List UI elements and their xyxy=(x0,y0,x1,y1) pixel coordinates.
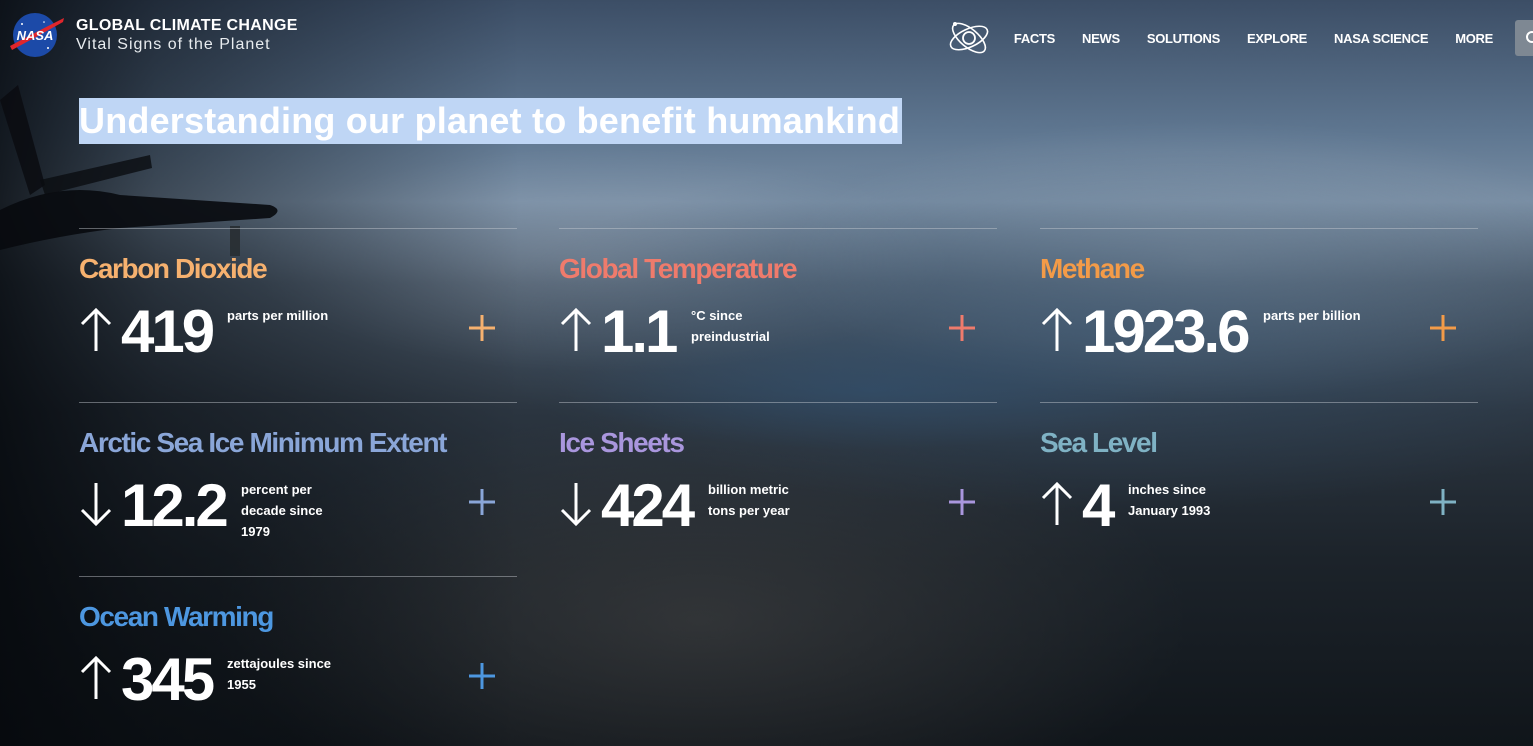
indicator-card-ice-sheets[interactable]: Ice Sheets 424 billion metric tons per y… xyxy=(559,402,997,577)
arrow-up-icon xyxy=(560,307,592,351)
indicator-value: 345 xyxy=(121,646,215,713)
indicator-value: 419 xyxy=(121,298,215,365)
indicator-card-global-temperature[interactable]: Global Temperature 1.1 °C since preindus… xyxy=(559,228,997,403)
page-headline: Understanding our planet to benefit huma… xyxy=(79,98,903,144)
brand-subtitle: Vital Signs of the Planet xyxy=(76,35,271,53)
site-brand[interactable]: NASA GLOBAL CLIMATE CHANGE Vital Signs o… xyxy=(8,10,298,60)
brand-title: GLOBAL CLIMATE CHANGE xyxy=(76,16,298,34)
search-button[interactable] xyxy=(1515,20,1533,56)
nav-news[interactable]: NEWS xyxy=(1082,31,1120,46)
indicator-title: Global Temperature xyxy=(559,253,798,284)
plus-icon[interactable] xyxy=(947,313,977,343)
indicator-value: 4 xyxy=(1082,472,1115,539)
arrow-down-icon xyxy=(80,483,112,527)
indicator-title: Ocean Warming xyxy=(79,601,274,632)
atom-icon[interactable] xyxy=(946,16,992,60)
nav-explore[interactable]: EXPLORE xyxy=(1247,31,1307,46)
nav-more[interactable]: MORE xyxy=(1455,31,1493,46)
indicator-title: Carbon Dioxide xyxy=(79,253,268,284)
indicator-value: 424 xyxy=(601,472,695,539)
indicator-title: Arctic Sea Ice Minimum Extent xyxy=(79,427,447,458)
indicator-unit: parts per billion xyxy=(1263,308,1361,323)
indicator-card-carbon-dioxide[interactable]: Carbon Dioxide 419 parts per million xyxy=(79,228,517,403)
indicator-title: Sea Level xyxy=(1040,427,1158,458)
indicator-card-arctic-sea-ice[interactable]: Arctic Sea Ice Minimum Extent 12.2 perce… xyxy=(79,402,517,577)
plus-icon[interactable] xyxy=(1428,487,1458,517)
indicator-value: 1.1 xyxy=(601,298,678,365)
arrow-up-icon xyxy=(1041,307,1073,351)
plus-icon[interactable] xyxy=(1428,313,1458,343)
plus-icon[interactable] xyxy=(947,487,977,517)
nasa-logo-text: NASA xyxy=(17,28,54,43)
nasa-logo-icon: NASA xyxy=(10,13,64,57)
arrow-up-icon xyxy=(80,655,112,699)
plus-icon[interactable] xyxy=(467,661,497,691)
search-icon xyxy=(1526,31,1533,43)
arrow-up-icon xyxy=(80,307,112,351)
nav-nasa-science[interactable]: NASA SCIENCE xyxy=(1334,31,1428,46)
brand-text: GLOBAL CLIMATE CHANGE Vital Signs of the… xyxy=(76,16,298,55)
arrow-up-icon xyxy=(1041,481,1073,525)
main-nav: FACTS NEWS SOLUTIONS EXPLORE NASA SCIENC… xyxy=(946,18,1533,58)
indicator-unit: percent per decade since 1979 xyxy=(241,482,323,539)
plus-icon[interactable] xyxy=(467,487,497,517)
indicator-title: Ice Sheets xyxy=(559,427,685,458)
nav-facts[interactable]: FACTS xyxy=(1014,31,1055,46)
indicator-value: 12.2 xyxy=(121,472,229,539)
nav-solutions[interactable]: SOLUTIONS xyxy=(1147,31,1220,46)
indicator-unit: billion metric tons per year xyxy=(708,482,790,518)
indicator-title: Methane xyxy=(1040,253,1145,284)
indicator-card-ocean-warming[interactable]: Ocean Warming 345 zettajoules since 1955 xyxy=(79,576,517,746)
indicator-card-methane[interactable]: Methane 1923.6 parts per billion xyxy=(1040,228,1478,403)
indicator-unit: °C since preindustrial xyxy=(691,308,770,344)
indicator-value: 1923.6 xyxy=(1082,298,1251,365)
indicator-unit: parts per million xyxy=(227,308,329,323)
indicator-unit: inches since January 1993 xyxy=(1128,482,1211,518)
arrow-down-icon xyxy=(560,483,592,527)
plus-icon[interactable] xyxy=(467,313,497,343)
indicator-card-sea-level[interactable]: Sea Level 4 inches since January 1993 xyxy=(1040,402,1478,577)
indicator-unit: zettajoules since 1955 xyxy=(227,656,332,692)
